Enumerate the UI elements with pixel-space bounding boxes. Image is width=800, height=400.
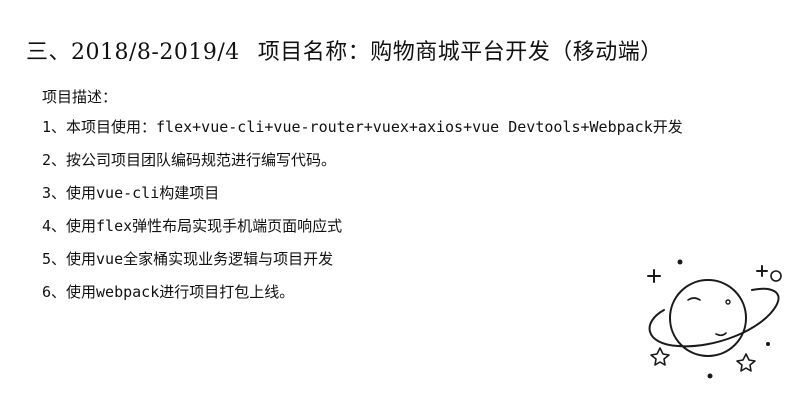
list-item: 3、使用vue-cli构建项目 [42, 184, 220, 202]
list-item: 4、使用flex弹性布局实现手机端页面响应式 [42, 217, 343, 235]
description-list: 1、本项目使用：flex+vue-cli+vue-router+vuex+axi… [42, 116, 683, 314]
list-item: 2、按公司项目团队编码规范进行编写代码。 [42, 151, 337, 169]
project-title: 项目名称：购物商城平台开发（移动端） [257, 40, 663, 65]
list-item: 5、使用vue全家桶实现业务逻辑与项目开发 [42, 250, 334, 268]
description-label: 项目描述： [42, 88, 118, 106]
project-period: 三、2018/8-2019/4 [26, 40, 240, 65]
planet-icon [647, 259, 782, 379]
list-item: 6、使用webpack进行项目打包上线。 [42, 283, 295, 301]
project-heading: 三、2018/8-2019/4 项目名称：购物商城平台开发（移动端） [26, 34, 663, 66]
list-item: 1、本项目使用：flex+vue-cli+vue-router+vuex+axi… [42, 118, 683, 136]
resume-page: 三、2018/8-2019/4 项目名称：购物商城平台开发（移动端） 项目描述： … [0, 0, 800, 400]
